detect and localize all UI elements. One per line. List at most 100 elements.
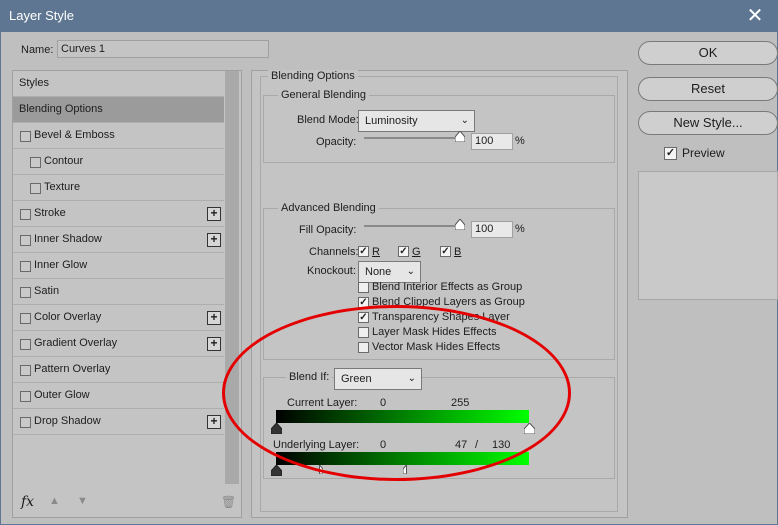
- style-checkbox[interactable]: [20, 209, 31, 220]
- fill-opacity-input[interactable]: 100: [471, 221, 513, 238]
- fill-opacity-slider[interactable]: [364, 225, 460, 227]
- style-item-inner-shadow[interactable]: Inner Shadow +: [13, 227, 224, 253]
- checkmark-icon: ✓: [665, 147, 676, 159]
- checkmark-icon: ✓: [359, 246, 368, 257]
- blend-mode-select[interactable]: Luminosity ⌄: [358, 110, 475, 132]
- style-item-label: Texture: [44, 181, 81, 193]
- style-item-drop-shadow[interactable]: Drop Shadow +: [13, 409, 224, 435]
- add-icon[interactable]: +: [207, 311, 221, 325]
- style-checkbox[interactable]: [20, 287, 31, 298]
- style-checkbox[interactable]: [20, 261, 31, 272]
- move-up-icon[interactable]: ▲: [49, 495, 60, 507]
- add-icon[interactable]: +: [207, 207, 221, 221]
- style-checkbox[interactable]: [20, 235, 31, 246]
- knockout-select[interactable]: None ⌄: [358, 261, 421, 283]
- blending-options-title: Blending Options: [268, 70, 358, 82]
- fill-opacity-slider-thumb[interactable]: [455, 219, 465, 230]
- checkmark-icon: ✓: [441, 246, 450, 257]
- preview-checkbox[interactable]: ✓: [664, 147, 677, 160]
- style-checkbox[interactable]: [20, 417, 31, 428]
- style-item-inner-glow[interactable]: Inner Glow: [13, 253, 224, 279]
- style-item-color-overlay[interactable]: Color Overlay +: [13, 305, 224, 331]
- dialog-body: Name: Curves 1 Styles Blending Options Bev…: [1, 32, 778, 524]
- style-item-texture[interactable]: Texture: [13, 175, 224, 201]
- style-item-label: Bevel & Emboss: [34, 129, 115, 141]
- channel-r-label: R: [372, 246, 380, 258]
- style-checkbox[interactable]: [20, 339, 31, 350]
- add-icon[interactable]: +: [207, 337, 221, 351]
- style-item-label: Styles: [19, 77, 49, 89]
- annotation-ellipse: [222, 305, 571, 481]
- underlying-layer-black-slider[interactable]: [271, 465, 282, 476]
- style-item-label: Stroke: [34, 207, 66, 219]
- close-icon[interactable]: ✕: [732, 0, 778, 32]
- styles-panel: Styles Blending Options Bevel & Emboss Cont…: [12, 70, 242, 518]
- style-item-contour[interactable]: Contour: [13, 149, 224, 175]
- option-label: Blend Interior Effects as Group: [372, 281, 523, 293]
- style-checkbox[interactable]: [20, 313, 31, 324]
- reset-button[interactable]: Reset: [638, 77, 778, 101]
- style-item-label: Inner Glow: [34, 259, 88, 271]
- channel-g-label: G: [412, 246, 421, 258]
- style-item-gradient-overlay[interactable]: Gradient Overlay +: [13, 331, 224, 357]
- channel-r-checkbox[interactable]: ✓: [358, 246, 369, 257]
- channel-b-checkbox[interactable]: ✓: [440, 246, 451, 257]
- channel-b-label: B: [454, 246, 462, 258]
- styles-toolbar: fx ▲ ▼ 🗑: [13, 489, 241, 517]
- trash-icon[interactable]: 🗑: [221, 495, 236, 509]
- channels-label: Channels:: [309, 246, 359, 258]
- style-item-label: Drop Shadow: [34, 415, 101, 427]
- checkmark-icon: ✓: [399, 246, 408, 257]
- style-item-styles[interactable]: Styles: [13, 71, 224, 97]
- preview-swatch: [638, 171, 778, 300]
- style-item-label: Color Overlay: [34, 311, 102, 323]
- preview-label[interactable]: Preview: [682, 146, 725, 160]
- fill-opacity-percent: %: [515, 223, 525, 235]
- style-checkbox[interactable]: [20, 365, 31, 376]
- add-icon[interactable]: +: [207, 233, 221, 247]
- chevron-down-icon: ⌄: [460, 115, 469, 126]
- style-item-label: Gradient Overlay: [34, 337, 118, 349]
- style-item-label: Inner Shadow: [34, 233, 102, 245]
- add-icon[interactable]: +: [207, 415, 221, 429]
- style-checkbox[interactable]: [20, 391, 31, 402]
- channel-g-checkbox[interactable]: ✓: [398, 246, 409, 257]
- name-input[interactable]: Curves 1: [57, 40, 269, 58]
- blend-mode-value: Luminosity: [365, 115, 418, 127]
- opacity-slider[interactable]: [364, 137, 460, 139]
- blend-mode-label: Blend Mode:: [297, 114, 359, 126]
- fill-opacity-label: Fill Opacity:: [299, 224, 357, 236]
- opacity-input[interactable]: 100: [471, 133, 513, 150]
- chevron-down-icon: ⌄: [406, 266, 415, 277]
- style-checkbox[interactable]: [30, 157, 41, 168]
- style-item-satin[interactable]: Satin: [13, 279, 224, 305]
- style-item-label: Outer Glow: [34, 389, 90, 401]
- opacity-percent: %: [515, 135, 525, 147]
- move-down-icon[interactable]: ▼: [77, 495, 88, 507]
- new-style-button[interactable]: New Style...: [638, 111, 778, 135]
- style-item-label: Contour: [44, 155, 84, 167]
- style-item-stroke[interactable]: Stroke +: [13, 201, 224, 227]
- style-item-label: Blending Options: [19, 103, 103, 115]
- window-title: Layer Style: [9, 8, 75, 23]
- style-checkbox[interactable]: [30, 183, 41, 194]
- name-label: Name:: [21, 44, 54, 56]
- style-item-outer-glow[interactable]: Outer Glow: [13, 383, 224, 409]
- style-item-blending-options[interactable]: Blending Options: [13, 97, 224, 123]
- general-blending-title: General Blending: [278, 89, 370, 101]
- option-checkbox[interactable]: [358, 282, 369, 293]
- opacity-slider-thumb[interactable]: [455, 131, 465, 142]
- ok-button[interactable]: OK: [638, 41, 778, 65]
- style-item-label: Satin: [34, 285, 60, 297]
- knockout-value: None: [365, 266, 392, 278]
- fx-icon[interactable]: fx: [21, 494, 34, 510]
- knockout-label: Knockout:: [307, 265, 356, 277]
- advanced-blending-title: Advanced Blending: [278, 202, 379, 214]
- styles-list: Styles Blending Options Bevel & Emboss Cont…: [13, 71, 224, 435]
- style-item-label: Pattern Overlay: [34, 363, 111, 375]
- style-checkbox[interactable]: [20, 131, 31, 142]
- title-bar: Layer Style ✕: [0, 0, 778, 32]
- opacity-label: Opacity:: [316, 136, 357, 148]
- style-item-pattern-overlay[interactable]: Pattern Overlay: [13, 357, 224, 383]
- style-item-bevel-emboss[interactable]: Bevel & Emboss: [13, 123, 224, 149]
